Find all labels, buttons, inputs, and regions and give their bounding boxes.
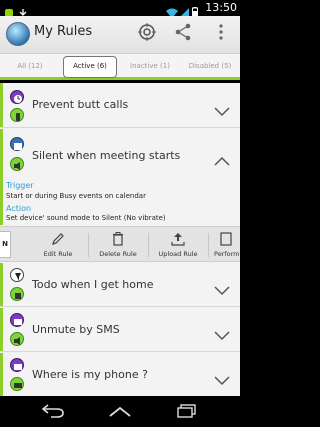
signal-icon (179, 3, 190, 18)
edit-rule-button[interactable]: Edit Rule (30, 227, 86, 263)
tab-active-label: Active (6) (73, 62, 107, 70)
back-icon (41, 403, 65, 422)
edit-rule-label: Edit Rule (43, 250, 73, 258)
phone-icon (10, 108, 24, 122)
active-stripe (0, 308, 3, 351)
android-notification-icon (4, 3, 14, 17)
app-logo-icon[interactable] (6, 22, 30, 46)
more-vert-icon (218, 23, 224, 45)
delete-rule-label: Delete Rule (99, 250, 137, 258)
action-bar: My Rules (0, 16, 240, 54)
pencil-icon (50, 231, 66, 247)
rule-row-todo-when-i-get-home[interactable]: Todo when I get home (0, 263, 240, 307)
active-stripe (0, 181, 3, 225)
rule-name: Todo when I get home (32, 278, 154, 291)
recent-apps-button[interactable] (172, 402, 202, 422)
rule-row-prevent-butt-calls[interactable]: Prevent butt calls (0, 83, 240, 128)
sound-icon (10, 157, 24, 171)
trigger-label: Trigger (6, 181, 34, 190)
chevron-down-icon[interactable] (214, 281, 230, 296)
note-icon (10, 287, 24, 301)
rule-action-toolbar: N Edit Rule Delete Rule Upload Rule Perf… (0, 226, 240, 262)
tab-inactive[interactable]: Inactive (1) (120, 54, 180, 77)
active-stripe (0, 129, 3, 181)
overflow-menu-button[interactable] (210, 23, 232, 45)
filter-tabs: All (12) Inactive (1) Disabled (5) (0, 54, 240, 80)
battery-icon (192, 3, 202, 18)
play-icon (218, 231, 234, 247)
sound-icon (10, 332, 24, 346)
rule-name: Where is my phone ? (32, 368, 148, 381)
status-bar: 13:50 (0, 0, 240, 18)
location-pin-icon (10, 268, 24, 282)
divider (88, 233, 89, 257)
active-stripe (0, 263, 3, 306)
upload-rule-label: Upload Rule (158, 250, 198, 258)
target-button[interactable] (136, 23, 158, 45)
recent-apps-icon (175, 403, 199, 422)
active-stripe (0, 353, 3, 396)
home-icon (108, 403, 132, 422)
page-title: My Rules (34, 24, 93, 39)
rule-row-silent-when-meeting-starts[interactable]: Silent when meeting starts (0, 129, 240, 181)
upload-rule-button[interactable]: Upload Rule (150, 227, 206, 263)
clock: 13:50 (205, 1, 237, 14)
wifi-icon (166, 3, 179, 18)
rule-name: Prevent butt calls (32, 98, 129, 111)
delete-rule-button[interactable]: Delete Rule (90, 227, 146, 263)
tab-all[interactable]: All (12) (0, 54, 60, 77)
download-notification-icon (18, 3, 28, 18)
tab-active[interactable]: Active (6) (63, 56, 117, 78)
share-icon (174, 23, 192, 45)
trash-icon (110, 231, 126, 247)
tab-disabled[interactable]: Disabled (5) (180, 54, 240, 77)
clock-icon (10, 90, 24, 104)
chat-icon (10, 377, 24, 391)
crosshair-icon (138, 23, 156, 45)
rule-row-unmute-by-sms[interactable]: Unmute by SMS (0, 308, 240, 352)
action-text: Set device' sound mode to Silent (No vib… (6, 214, 166, 222)
chevron-down-icon[interactable] (214, 326, 230, 341)
chevron-up-icon[interactable] (214, 151, 230, 166)
action-label: Action (6, 204, 32, 213)
divider (208, 233, 209, 257)
calendar-icon (10, 137, 24, 151)
perform-button[interactable]: Perform (210, 227, 240, 263)
new-rule-button-partial[interactable]: N (0, 231, 11, 258)
sms-icon (10, 313, 24, 327)
active-stripe (0, 83, 3, 127)
chevron-down-icon[interactable] (214, 371, 230, 386)
chevron-down-icon[interactable] (214, 102, 230, 117)
system-nav-bar (0, 396, 240, 427)
rule-row-where-is-my-phone[interactable]: Where is my phone ? (0, 353, 240, 396)
sms-icon (10, 358, 24, 372)
back-button[interactable] (38, 402, 68, 422)
share-button[interactable] (172, 23, 194, 45)
perform-label: Perform (214, 250, 240, 258)
rule-name: Silent when meeting starts (32, 149, 181, 162)
divider (148, 233, 149, 257)
home-button[interactable] (105, 402, 135, 422)
upload-icon (170, 231, 186, 247)
rule-list: Prevent butt calls Silent when meeting s… (0, 83, 240, 396)
rule-name: Unmute by SMS (32, 323, 120, 336)
trigger-text: Start or during Busy events on calendar (6, 192, 146, 200)
rule-details: Trigger Start or during Busy events on c… (0, 181, 240, 225)
